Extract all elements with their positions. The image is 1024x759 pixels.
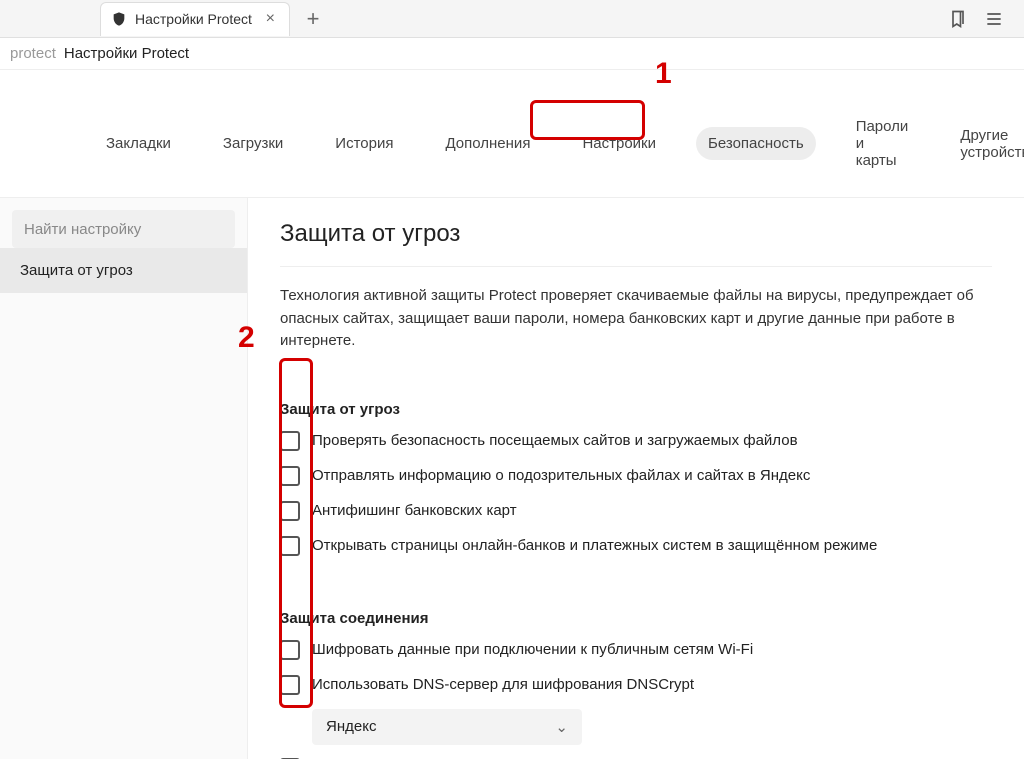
checkbox-send-info[interactable] xyxy=(280,466,300,486)
settings-nav: Закладки Загрузки История Дополнения Нас… xyxy=(0,70,1024,198)
nav-security[interactable]: Безопасность xyxy=(696,127,816,160)
label-protected-mode: Открывать страницы онлайн-банков и плате… xyxy=(312,535,877,556)
checkbox-protected-mode[interactable] xyxy=(280,536,300,556)
dns-server-value: Яндекс xyxy=(326,718,376,735)
label-send-info: Отправлять информацию о подозрительных ф… xyxy=(312,465,810,486)
checkbox-antiphishing[interactable] xyxy=(280,501,300,521)
address-host: protect xyxy=(10,45,56,62)
row-wifi-encrypt: Шифровать данные при подключении к публи… xyxy=(280,639,992,660)
nav-downloads[interactable]: Загрузки xyxy=(211,127,295,160)
annotation-2: 2 xyxy=(238,321,255,355)
row-dnscrypt: Использовать DNS-сервер для шифрования D… xyxy=(280,674,992,695)
row-antiphishing: Антифишинг банковских карт xyxy=(280,500,992,521)
row-protected-mode: Открывать страницы онлайн-банков и плате… xyxy=(280,535,992,556)
row-check-sites: Проверять безопасность посещаемых сайтов… xyxy=(280,430,992,451)
browser-tab-bar: Настройки Protect × + xyxy=(0,0,1024,38)
close-tab-button[interactable]: × xyxy=(262,10,279,28)
checkbox-dnscrypt[interactable] xyxy=(280,675,300,695)
chevron-down-icon: ⌄ xyxy=(555,718,568,736)
checkbox-wifi-encrypt[interactable] xyxy=(280,640,300,660)
label-check-sites: Проверять безопасность посещаемых сайтов… xyxy=(312,430,798,451)
content-wrap: Защита от угроз Защита от угроз Технолог… xyxy=(0,198,1024,759)
shield-icon xyxy=(111,11,127,27)
bookmark-all-icon[interactable] xyxy=(948,9,968,29)
page-title: Защита от угроз xyxy=(280,220,992,248)
menu-icon[interactable] xyxy=(984,9,1004,29)
label-wifi-encrypt: Шифровать данные при подключении к публи… xyxy=(312,639,753,660)
checkbox-check-sites[interactable] xyxy=(280,431,300,451)
address-bar[interactable]: protect Настройки Protect xyxy=(0,38,1024,70)
tab-title: Настройки Protect xyxy=(135,11,254,27)
annotation-1: 1 xyxy=(655,57,672,91)
dns-server-select[interactable]: Яндекс ⌄ xyxy=(312,709,582,745)
sidebar-item-threats[interactable]: Защита от угроз xyxy=(0,248,247,293)
nav-settings[interactable]: Настройки xyxy=(570,127,668,160)
row-send-info: Отправлять информацию о подозрительных ф… xyxy=(280,465,992,486)
section-threats-title: Защита от угроз xyxy=(280,401,992,418)
nav-addons[interactable]: Дополнения xyxy=(433,127,542,160)
section-connection-title: Защита соединения xyxy=(280,610,992,627)
search-input[interactable] xyxy=(12,210,235,248)
address-title: Настройки Protect xyxy=(64,45,189,62)
nav-passwords[interactable]: Пароли и карты xyxy=(844,110,921,177)
new-tab-button[interactable]: + xyxy=(296,2,330,36)
sidebar: Защита от угроз xyxy=(0,198,248,759)
main-panel: Защита от угроз Технология активной защи… xyxy=(248,198,1024,759)
divider xyxy=(280,266,992,267)
protect-description: Технология активной защиты Protect прове… xyxy=(280,285,980,353)
nav-other-devices[interactable]: Другие устройства xyxy=(948,119,1024,169)
label-dnscrypt: Использовать DNS-сервер для шифрования D… xyxy=(312,674,694,695)
browser-tab[interactable]: Настройки Protect × xyxy=(100,2,290,36)
nav-history[interactable]: История xyxy=(323,127,405,160)
label-antiphishing: Антифишинг банковских карт xyxy=(312,500,517,521)
nav-bookmarks[interactable]: Закладки xyxy=(94,127,183,160)
